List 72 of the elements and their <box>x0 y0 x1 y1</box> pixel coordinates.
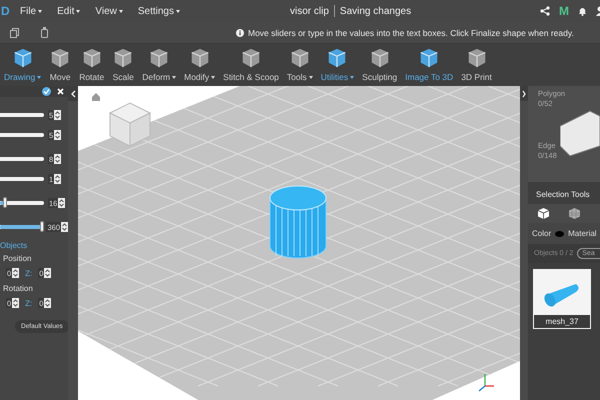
section-title: Objects <box>0 241 28 250</box>
toolbar-button[interactable]: Modify <box>180 47 220 82</box>
panel-title: Selection Tools <box>535 189 591 201</box>
object-name: mesh_37 <box>533 314 591 329</box>
slider-thumb[interactable] <box>3 197 8 208</box>
menu-item[interactable]: View <box>95 6 123 16</box>
cube-icon <box>12 47 34 69</box>
cube-icon <box>368 47 391 69</box>
share-icon[interactable] <box>540 6 550 16</box>
toolbar-button[interactable]: Utilities <box>316 47 358 82</box>
slider-track[interactable] <box>0 113 44 117</box>
info-icon <box>236 28 244 36</box>
toolbar-button[interactable]: Rotate <box>75 47 108 82</box>
toolbar-button[interactable]: Drawing <box>0 47 46 82</box>
toolbar-button[interactable]: Deform <box>138 47 180 82</box>
cube-icon <box>418 47 440 69</box>
rotation-label: Rotation <box>3 284 34 293</box>
cube-icon <box>148 47 170 69</box>
cube-icon <box>288 47 311 69</box>
close-icon[interactable] <box>57 88 64 95</box>
toolbar-button[interactable]: 3D Print <box>457 47 496 82</box>
cube-icon <box>112 47 134 69</box>
mesh-cube-icon[interactable] <box>569 208 580 219</box>
hint-message: Move sliders or type in the values into the text boxes. Click Finalize shape when ready. <box>248 28 574 38</box>
spinner-icon[interactable] <box>44 268 52 278</box>
axis-label: Z: <box>25 298 32 308</box>
bell-icon[interactable] <box>578 6 587 16</box>
axis-gizmo-icon <box>478 374 494 392</box>
color-swatch[interactable] <box>555 230 564 236</box>
menu-item[interactable]: Settings <box>138 6 180 16</box>
menu-item[interactable]: File <box>20 6 42 16</box>
spinner-icon[interactable] <box>58 198 66 208</box>
color-label: Color <box>532 229 552 238</box>
toolbar-button[interactable]: Sculpting <box>358 47 402 82</box>
confirm-icon[interactable] <box>42 87 51 96</box>
spinner-icon[interactable] <box>54 174 62 184</box>
spinner-icon[interactable] <box>61 222 68 232</box>
toolbar-button[interactable]: Move <box>45 47 76 82</box>
spinner-icon[interactable] <box>12 268 20 278</box>
cube-icon <box>240 47 262 69</box>
cube-icon[interactable] <box>538 208 549 219</box>
toolbar-button[interactable]: Image To 3D <box>401 47 458 82</box>
cube-icon <box>326 47 348 69</box>
object-card[interactable]: mesh_37 <box>533 269 591 329</box>
cube-icon <box>49 47 72 69</box>
cube-icon <box>80 47 103 69</box>
chevron-right-icon[interactable] <box>522 90 526 98</box>
slider-track[interactable] <box>0 177 44 181</box>
bottle-icon[interactable] <box>41 27 48 38</box>
spinner-icon[interactable] <box>12 298 20 308</box>
chevron-left-icon[interactable] <box>70 90 76 98</box>
user-initial[interactable]: M <box>559 4 569 18</box>
material-label: Material <box>568 229 597 238</box>
save-status: Saving changes <box>340 6 412 16</box>
copy-icon[interactable] <box>10 28 19 38</box>
file-title: visor clip <box>290 6 329 16</box>
spinner-icon[interactable] <box>54 154 62 164</box>
cube-icon <box>188 47 211 69</box>
slider-thumb[interactable] <box>40 221 44 232</box>
menu-item[interactable]: Edit <box>57 6 80 16</box>
axis-label: Z: <box>25 268 32 278</box>
toolbar-button[interactable]: Scale <box>108 47 138 82</box>
toolbar-button[interactable]: Tools <box>282 47 317 82</box>
spinner-icon[interactable] <box>54 130 62 140</box>
position-label: Position <box>3 254 32 263</box>
slider-track[interactable] <box>0 157 44 161</box>
cube-icon <box>466 47 488 69</box>
spinner-icon[interactable] <box>44 298 52 308</box>
slider-track[interactable] <box>0 133 44 137</box>
home-icon[interactable] <box>92 93 100 101</box>
spinner-icon[interactable] <box>54 110 62 120</box>
toolbar-button[interactable]: Stitch & Scoop <box>219 47 283 82</box>
